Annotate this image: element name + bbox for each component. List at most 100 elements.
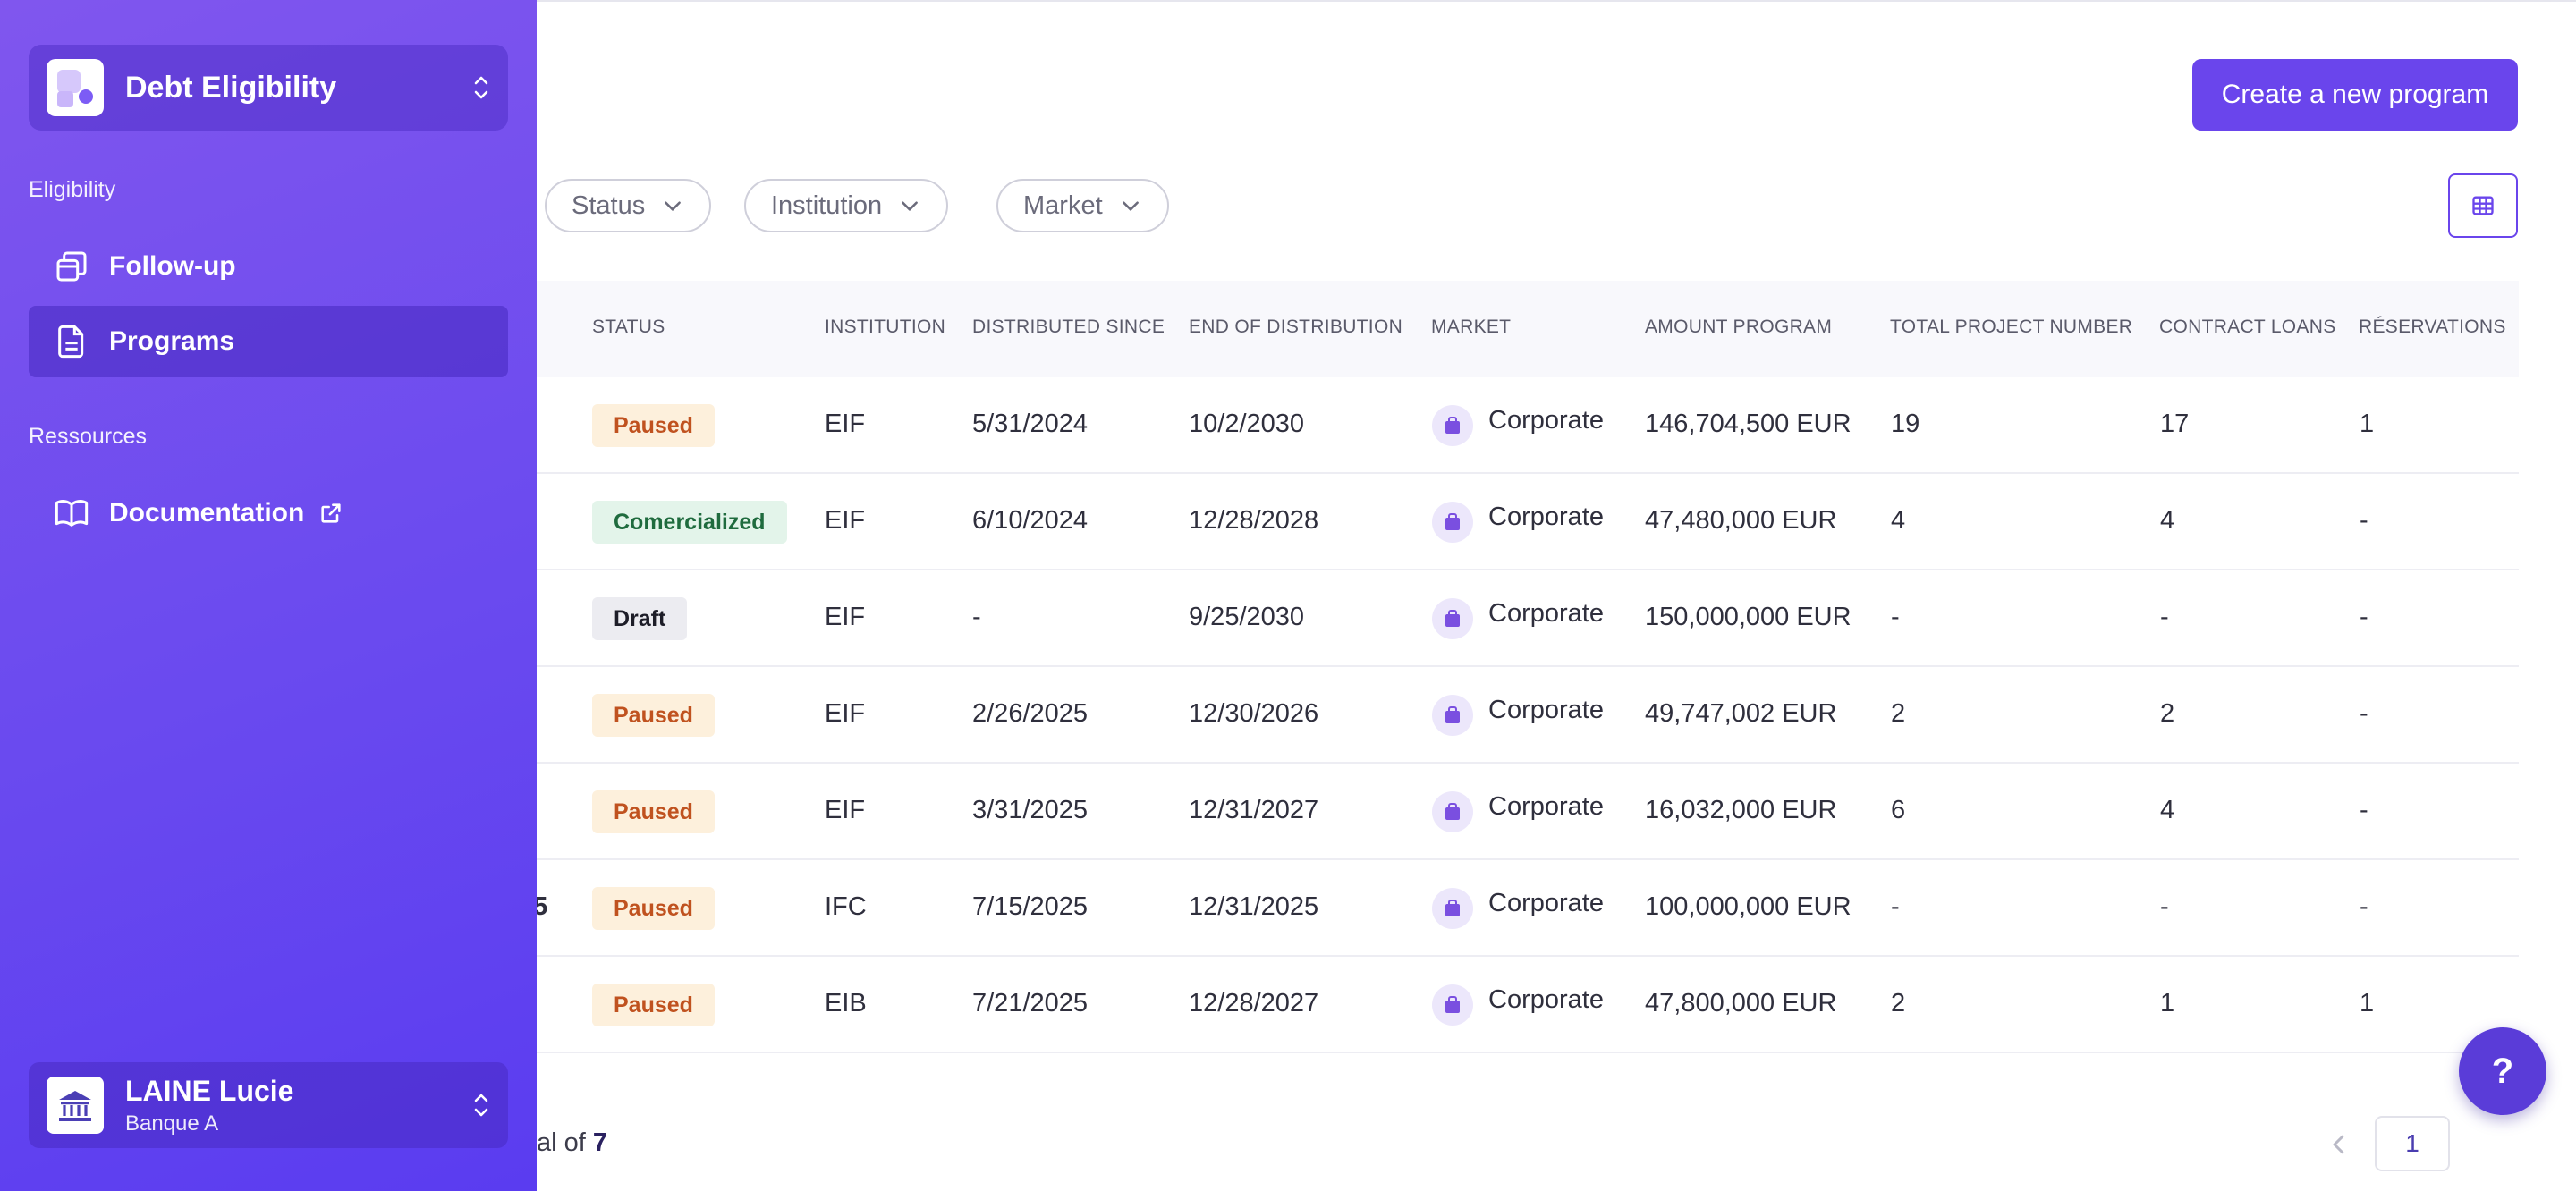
- chevron-down-icon: [665, 201, 682, 211]
- total-project-number-cell: 2: [1891, 989, 1906, 1018]
- market-cell: Corporate: [1488, 792, 1604, 821]
- distributed-since-cell: 7/21/2025: [972, 989, 1089, 1018]
- distributed-since-cell: 5/31/2024: [972, 410, 1089, 438]
- bank-icon: [47, 1077, 104, 1134]
- amount-program-cell: 100,000,000 EUR: [1645, 892, 1852, 921]
- copy-icon: [52, 247, 91, 286]
- status-badge: Paused: [592, 694, 715, 737]
- book-icon: [52, 494, 91, 533]
- table-view-button[interactable]: [2448, 173, 2518, 238]
- institution-cell: EIF: [825, 410, 866, 438]
- filter-status-label: Status: [572, 190, 646, 220]
- column-header-distributed-since[interactable]: DISTRIBUTED SINCE: [972, 317, 1165, 338]
- column-header-end-of-distribution[interactable]: END OF DISTRIBUTION: [1189, 317, 1402, 338]
- section-label-ressources: Ressources: [29, 424, 147, 449]
- user-switcher[interactable]: LAINE Lucie Banque A: [29, 1062, 508, 1148]
- status-badge: Paused: [592, 404, 715, 447]
- briefcase-icon: [1432, 888, 1473, 929]
- reservations-cell: -: [2360, 892, 2368, 921]
- total-project-number-cell: 4: [1891, 506, 1906, 535]
- status-badge: Draft: [592, 597, 688, 640]
- amount-program-cell: 150,000,000 EUR: [1645, 603, 1852, 631]
- app-switcher[interactable]: Debt Eligibility: [29, 45, 508, 131]
- institution-cell: EIF: [825, 699, 866, 728]
- filter-institution[interactable]: Institution: [744, 179, 949, 232]
- column-header-total-project-number[interactable]: TOTAL PROJECT NUMBER: [1890, 317, 2132, 338]
- briefcase-icon: [1432, 405, 1473, 446]
- chevron-up-down-icon: [472, 72, 490, 104]
- sidebar: Debt Eligibility Eligibility Follow-up P…: [0, 0, 537, 1191]
- status-badge: Paused: [592, 984, 715, 1026]
- total-number: 7: [592, 1128, 608, 1157]
- user-organization: Banque A: [125, 1111, 219, 1136]
- chevron-down-icon: [1122, 201, 1139, 211]
- end-of-distribution-cell: 10/2/2030: [1189, 410, 1305, 438]
- market-cell: Corporate: [1488, 696, 1604, 724]
- chevron-up-down-icon: [472, 1089, 490, 1121]
- total-project-number-cell: 19: [1891, 410, 1920, 438]
- table-icon: [2472, 196, 2494, 215]
- column-header-institution[interactable]: INSTITUTION: [825, 317, 945, 338]
- column-header-status[interactable]: STATUS: [592, 317, 665, 338]
- reservations-cell: -: [2360, 699, 2368, 728]
- amount-program-cell: 49,747,002 EUR: [1645, 699, 1837, 728]
- sidebar-item-label: Programs: [109, 326, 235, 356]
- help-button[interactable]: ?: [2459, 1027, 2546, 1115]
- market-cell: Corporate: [1488, 985, 1604, 1014]
- filter-status[interactable]: Status: [545, 179, 712, 232]
- end-of-distribution-cell: 12/28/2027: [1189, 989, 1319, 1018]
- reservations-cell: 1: [2360, 989, 2375, 1018]
- total-project-number-cell: 2: [1891, 699, 1906, 728]
- reservations-cell: -: [2360, 603, 2368, 631]
- briefcase-icon: [1432, 502, 1473, 543]
- column-header-amount-program[interactable]: AMOUNT PROGRAM: [1645, 317, 1832, 338]
- distributed-since-cell: 7/15/2025: [972, 892, 1089, 921]
- market-cell: Corporate: [1488, 503, 1604, 531]
- previous-page-button[interactable]: [2326, 1128, 2352, 1161]
- contract-loans-cell: 4: [2160, 506, 2175, 535]
- create-program-button[interactable]: Create a new program: [2192, 59, 2518, 131]
- end-of-distribution-cell: 9/25/2030: [1189, 603, 1305, 631]
- column-header-contract-loans[interactable]: CONTRACT LOANS: [2159, 317, 2336, 338]
- top-divider: [537, 0, 2576, 2]
- briefcase-icon: [1432, 695, 1473, 736]
- briefcase-icon: [1432, 791, 1473, 832]
- market-cell: Corporate: [1488, 406, 1604, 435]
- total-prefix: al of: [537, 1128, 593, 1157]
- contract-loans-cell: -: [2160, 892, 2169, 921]
- contract-loans-cell: 17: [2160, 410, 2190, 438]
- end-of-distribution-cell: 12/31/2025: [1189, 892, 1319, 921]
- institution-cell: EIF: [825, 603, 866, 631]
- institution-cell: EIB: [825, 989, 867, 1018]
- total-project-number-cell: -: [1891, 603, 1900, 631]
- section-label-eligibility: Eligibility: [29, 177, 116, 202]
- column-header-market[interactable]: MARKET: [1431, 317, 1511, 338]
- distributed-since-cell: 3/31/2025: [972, 796, 1089, 824]
- chevron-left-icon: [2333, 1135, 2344, 1154]
- contract-loans-cell: 2: [2160, 699, 2175, 728]
- file-icon: [52, 322, 91, 361]
- page-number-button[interactable]: 1: [2375, 1116, 2450, 1171]
- reservations-cell: -: [2360, 506, 2368, 535]
- external-link-icon: [321, 503, 341, 523]
- distributed-since-cell: -: [972, 603, 981, 631]
- total-count: al of 7: [537, 1128, 607, 1158]
- sidebar-item-follow-up[interactable]: Follow-up: [29, 231, 508, 302]
- total-project-number-cell: 6: [1891, 796, 1906, 824]
- market-cell: Corporate: [1488, 889, 1604, 917]
- institution-cell: IFC: [825, 892, 867, 921]
- contract-loans-cell: -: [2160, 603, 2169, 631]
- briefcase-icon: [1432, 984, 1473, 1026]
- column-header-reservations[interactable]: RÉSERVATIONS: [2359, 317, 2506, 338]
- reservations-cell: 1: [2360, 410, 2375, 438]
- briefcase-icon: [1432, 598, 1473, 639]
- sidebar-item-programs[interactable]: Programs: [29, 306, 508, 377]
- sidebar-item-label: Documentation: [109, 498, 305, 528]
- contract-loans-cell: 4: [2160, 796, 2175, 824]
- total-project-number-cell: -: [1891, 892, 1900, 921]
- end-of-distribution-cell: 12/28/2028: [1189, 506, 1319, 535]
- filter-market[interactable]: Market: [996, 179, 1169, 232]
- end-of-distribution-cell: 12/31/2027: [1189, 796, 1319, 824]
- institution-cell: EIF: [825, 796, 866, 824]
- sidebar-item-documentation[interactable]: Documentation: [29, 477, 508, 549]
